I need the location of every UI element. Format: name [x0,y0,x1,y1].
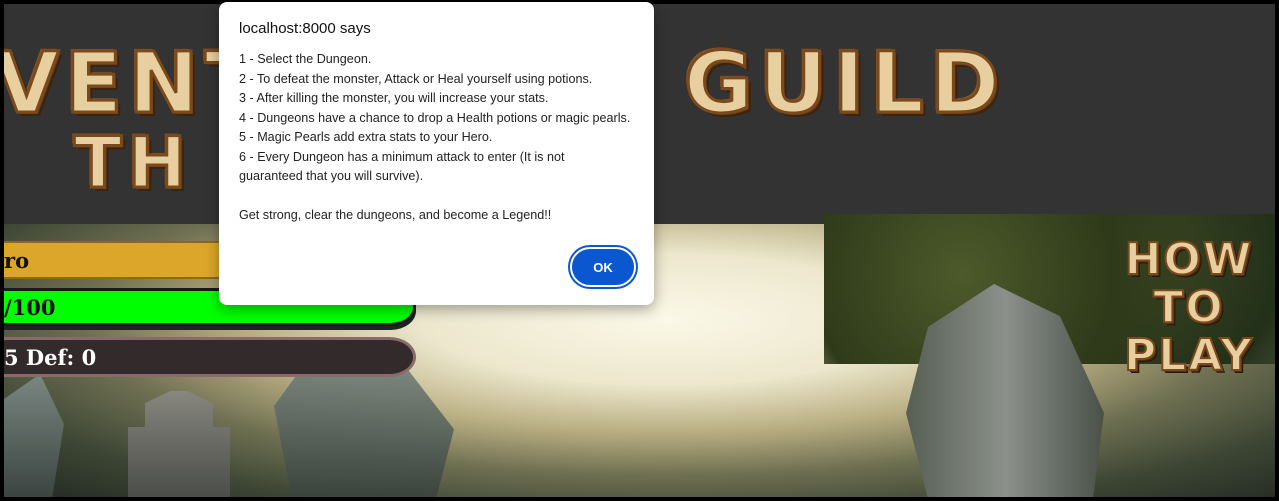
dialog-line: 4 - Dungeons have a chance to drop a Hea… [239,110,631,125]
dialog-line: 5 - Magic Pearls add extra stats to your… [239,130,493,144]
stats-bar: 5 Def: 0 [4,337,416,377]
alert-dialog: localhost:8000 says 1 - Select the Dunge… [219,2,654,305]
dialog-spacer [239,187,634,207]
ruined-tower [128,391,230,497]
dialog-title: localhost:8000 says [239,20,371,37]
hero-name-bar: ro [4,241,224,279]
stats-text: 5 Def: 0 [4,344,97,370]
dialog-closing-line: Get strong, clear the dungeons, and beco… [239,208,552,222]
health-text: /100 [4,294,56,320]
dialog-line: 3 - After killing the monster, you will … [239,91,549,105]
dialog-line: guaranteed that you will survive). [239,169,424,183]
how-to-play-line2: TO [1152,282,1225,333]
game-title-part-the: TH [72,121,193,206]
how-to-play-button[interactable]: HOW TO PLAY [1104,234,1274,386]
rock-edge [4,374,64,497]
dialog-line: 2 - To defeat the monster, Attack or Hea… [239,71,593,86]
hero-name-text: ro [4,247,30,273]
dialog-line: 6 - Every Dungeon has a minimum attack t… [239,149,565,164]
ok-button[interactable]: OK [570,247,636,287]
how-to-play-line3: PLAY [1123,330,1254,381]
game-title-part-right: GUILD [683,33,1006,134]
how-to-play-line1: HOW [1124,234,1254,285]
dialog-line: 1 - Select the Dungeon. [239,52,372,66]
